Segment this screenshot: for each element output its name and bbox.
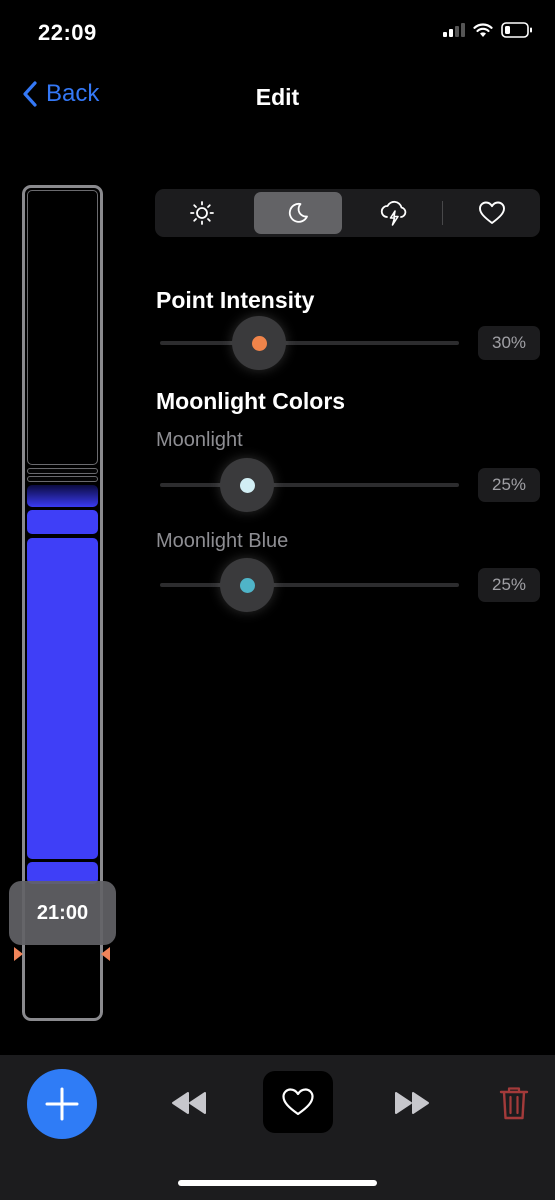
point-intensity-color-dot <box>251 335 267 351</box>
favorite-button[interactable] <box>263 1071 333 1133</box>
moonlight-blue-slider-track[interactable] <box>160 583 459 587</box>
moonlight-blue-slider-label: Moonlight Blue <box>156 530 289 552</box>
moonlight-slider-track[interactable] <box>160 483 459 487</box>
lightning-cloud-icon <box>380 200 407 226</box>
time-marker-right <box>101 947 110 961</box>
page-title: Edit <box>255 84 300 110</box>
moonlight-blue-slider-thumb[interactable] <box>220 558 274 612</box>
rewind-button[interactable] <box>168 1089 210 1117</box>
segment-storm[interactable] <box>350 192 438 234</box>
home-indicator[interactable] <box>178 1180 377 1186</box>
status-bar: 22:09 <box>0 0 555 70</box>
fast-forward-icon <box>395 1092 429 1114</box>
point-intensity-slider-track[interactable] <box>160 341 459 345</box>
timeline-segment[interactable] <box>27 485 98 507</box>
rewind-icon <box>172 1092 206 1114</box>
nav-bar: Back Edit <box>0 70 555 126</box>
moonlight-value: 25% <box>478 468 540 502</box>
bottom-toolbar <box>0 1055 555 1200</box>
heart-icon <box>479 201 505 224</box>
moonlight-blue-value: 25% <box>478 568 540 602</box>
battery-icon <box>501 22 532 38</box>
trash-icon <box>499 1087 529 1120</box>
sun-icon <box>190 201 214 225</box>
timeline-segment[interactable] <box>27 538 98 859</box>
segment-night[interactable] <box>254 192 342 234</box>
moonlight-color-dot <box>239 477 255 493</box>
fast-forward-button[interactable] <box>391 1089 433 1117</box>
point-intensity-value: 30% <box>478 326 540 360</box>
timeline-segment[interactable] <box>27 510 98 534</box>
timeline-segment[interactable] <box>27 190 98 465</box>
point-intensity-title: Point Intensity <box>156 287 315 313</box>
segment-divider <box>442 201 443 225</box>
timeline-segment[interactable] <box>27 468 98 474</box>
segment-day[interactable] <box>158 192 246 234</box>
moon-icon <box>288 202 308 223</box>
heart-icon <box>282 1088 314 1116</box>
status-time: 22:09 <box>38 20 97 45</box>
moonlight-slider-label: Moonlight <box>156 429 243 451</box>
moonlight-slider-thumb[interactable] <box>220 458 274 512</box>
cellular-signal-icon <box>443 23 465 37</box>
add-button[interactable] <box>27 1069 97 1139</box>
status-icons <box>443 22 533 38</box>
segment-favorite[interactable] <box>448 192 536 234</box>
mode-segmented-control <box>155 189 540 237</box>
time-marker-left <box>14 947 23 961</box>
current-time-bubble[interactable]: 21:00 <box>9 881 116 945</box>
delete-button[interactable] <box>496 1083 532 1123</box>
moonlight-blue-color-dot <box>239 577 255 593</box>
point-intensity-slider-thumb[interactable] <box>232 316 286 370</box>
add-icon <box>45 1087 79 1121</box>
wifi-icon <box>473 22 493 37</box>
timeline-segment[interactable] <box>27 476 98 482</box>
moonlight-colors-title: Moonlight Colors <box>156 388 346 414</box>
